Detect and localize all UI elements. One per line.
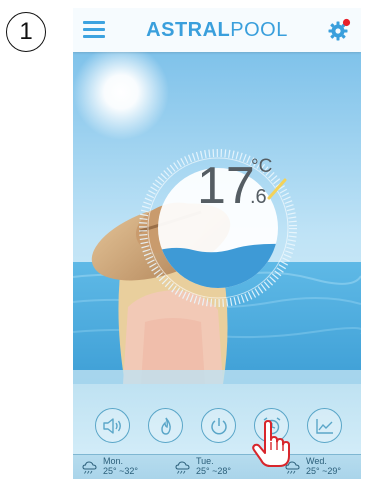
control-bar	[73, 384, 361, 454]
weather-forecast-strip: Mon. 25° ~32° Tue. 25° ~28° Wed. 25° ~29…	[73, 454, 361, 479]
cloud-sun-icon	[175, 461, 190, 474]
forecast-day: Mon. 25° ~32°	[81, 455, 171, 479]
forecast-day: Wed. 25° ~29°	[284, 455, 361, 479]
chart-icon	[315, 418, 333, 434]
temperature-gauge[interactable]	[73, 52, 361, 384]
step-number-marker: 1	[6, 12, 46, 52]
forecast-temp-range: 25° ~29°	[306, 466, 341, 476]
temperature-decimal: .6	[250, 186, 267, 208]
gear-icon[interactable]	[327, 18, 351, 42]
temperature-unit: °C	[251, 156, 273, 177]
forecast-day-name: Mon.	[103, 456, 124, 466]
forecast-temp-range: 25° ~32°	[103, 466, 138, 476]
heating-button[interactable]	[148, 408, 183, 443]
app-header: ASTRALPOOL	[73, 8, 361, 52]
sound-icon	[102, 417, 121, 434]
cloud-sun-icon	[82, 461, 97, 474]
app-brand-title: ASTRALPOOL	[73, 19, 361, 42]
phone-screen: ASTRALPOOL 17 °C .6 Mon. 25° ~32° Tue. 2…	[73, 8, 361, 479]
notification-badge	[342, 18, 351, 27]
power-icon	[210, 417, 227, 434]
flame-icon	[160, 417, 171, 435]
brand-pool: POOL	[230, 19, 288, 41]
temperature-integer: 17	[197, 157, 255, 215]
tap-hand-pointer-icon	[252, 420, 290, 467]
forecast-day-name: Tue.	[196, 456, 214, 466]
forecast-temp-range: 25° ~28°	[196, 466, 231, 476]
sound-button[interactable]	[95, 408, 130, 443]
brand-astral: ASTRAL	[146, 19, 231, 41]
forecast-day-name: Wed.	[306, 456, 327, 466]
power-button[interactable]	[201, 408, 236, 443]
statistics-button[interactable]	[307, 408, 342, 443]
